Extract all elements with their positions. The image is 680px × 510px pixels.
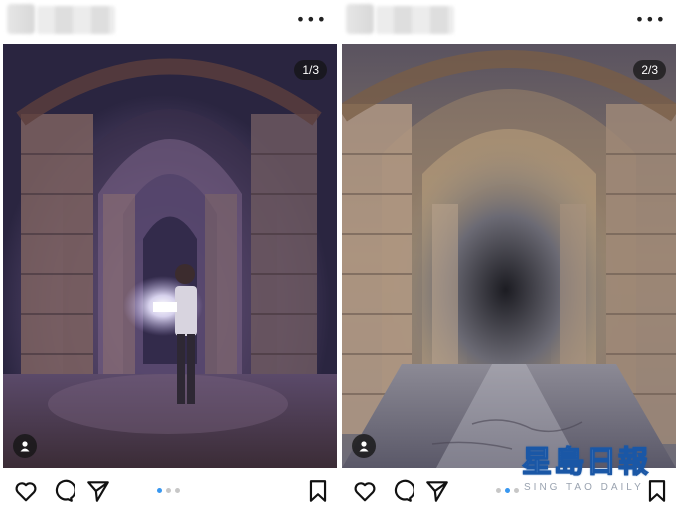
carousel-dot: [175, 488, 180, 493]
user-tag-icon[interactable]: [352, 434, 376, 458]
tunnel-photo-arch-corridor: [342, 44, 676, 468]
carousel-dot: [514, 488, 519, 493]
carousel-indicator: [157, 488, 180, 493]
carousel-indicator: [496, 488, 519, 493]
post-action-bar: [3, 472, 337, 508]
watermark-subtitle: SING TAO DAILY: [524, 482, 644, 493]
user-tag-icon[interactable]: [13, 434, 37, 458]
carousel-dot-active: [505, 488, 510, 493]
like-heart-icon[interactable]: [352, 478, 378, 504]
carousel-dot: [496, 488, 501, 493]
blurred-username[interactable]: [376, 6, 454, 34]
share-send-icon[interactable]: [85, 478, 111, 504]
bookmark-icon[interactable]: [305, 478, 331, 504]
carousel-counter: 1/3: [294, 60, 327, 80]
carousel-dot: [166, 488, 171, 493]
tunnel-photo-man-reading: [3, 44, 337, 468]
comment-bubble-icon[interactable]: [388, 478, 416, 504]
carousel-dot-active: [157, 488, 162, 493]
sing-tao-watermark: 星島日報 SING TAO DAILY: [521, 445, 670, 502]
watermark-title: 星島日報: [521, 445, 650, 480]
post-photo[interactable]: 2/3: [342, 44, 676, 468]
carousel-counter: 2/3: [633, 60, 666, 80]
post-header: •••: [342, 0, 676, 44]
blurred-avatar[interactable]: [7, 4, 35, 34]
post-photo[interactable]: 1/3: [3, 44, 337, 468]
share-send-icon[interactable]: [424, 478, 450, 504]
blurred-username[interactable]: [37, 6, 115, 34]
more-options-icon[interactable]: •••: [635, 10, 666, 30]
instagram-post-2: ••• 2/3: [342, 0, 676, 510]
like-heart-icon[interactable]: [13, 478, 39, 504]
blurred-avatar[interactable]: [346, 4, 374, 34]
instagram-post-1: ••• 1/3: [3, 0, 337, 510]
more-options-icon[interactable]: •••: [296, 10, 327, 30]
comment-bubble-icon[interactable]: [49, 478, 77, 504]
post-header: •••: [3, 0, 337, 44]
